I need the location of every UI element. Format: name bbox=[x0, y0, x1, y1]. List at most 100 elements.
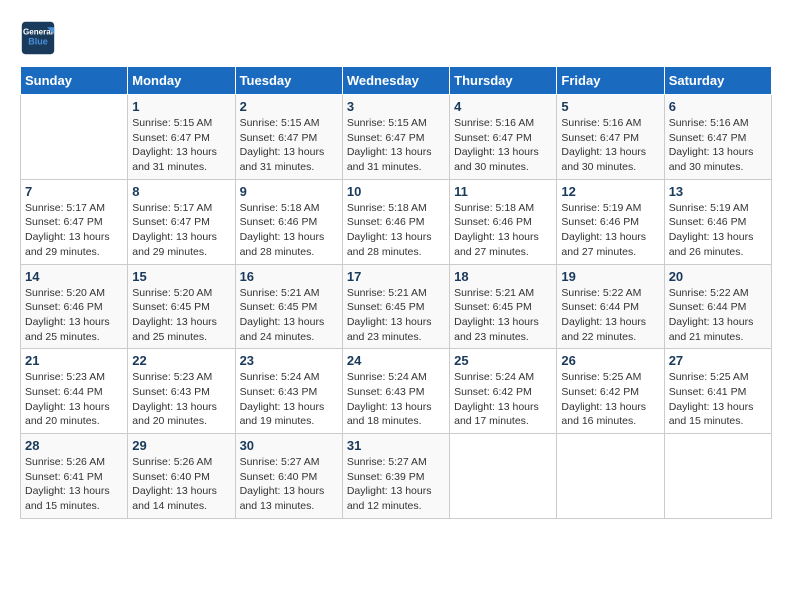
day-number: 8 bbox=[132, 184, 230, 199]
calendar-cell: 11 Sunrise: 5:18 AM Sunset: 6:46 PM Dayli… bbox=[450, 179, 557, 264]
calendar-cell: 1 Sunrise: 5:15 AM Sunset: 6:47 PM Daylig… bbox=[128, 95, 235, 180]
day-number: 31 bbox=[347, 438, 445, 453]
day-info: Sunrise: 5:21 AM Sunset: 6:45 PM Dayligh… bbox=[347, 286, 445, 345]
day-info: Sunrise: 5:22 AM Sunset: 6:44 PM Dayligh… bbox=[561, 286, 659, 345]
day-info: Sunrise: 5:16 AM Sunset: 6:47 PM Dayligh… bbox=[454, 116, 552, 175]
weekday-header-friday: Friday bbox=[557, 67, 664, 95]
day-number: 6 bbox=[669, 99, 767, 114]
calendar-cell: 30 Sunrise: 5:27 AM Sunset: 6:40 PM Dayli… bbox=[235, 434, 342, 519]
day-info: Sunrise: 5:23 AM Sunset: 6:44 PM Dayligh… bbox=[25, 370, 123, 429]
page-header: General Blue bbox=[20, 20, 772, 56]
calendar-week-row: 21 Sunrise: 5:23 AM Sunset: 6:44 PM Dayli… bbox=[21, 349, 772, 434]
day-info: Sunrise: 5:18 AM Sunset: 6:46 PM Dayligh… bbox=[347, 201, 445, 260]
day-number: 20 bbox=[669, 269, 767, 284]
day-number: 19 bbox=[561, 269, 659, 284]
day-info: Sunrise: 5:21 AM Sunset: 6:45 PM Dayligh… bbox=[240, 286, 338, 345]
day-info: Sunrise: 5:26 AM Sunset: 6:40 PM Dayligh… bbox=[132, 455, 230, 514]
calendar-week-row: 14 Sunrise: 5:20 AM Sunset: 6:46 PM Dayli… bbox=[21, 264, 772, 349]
calendar-week-row: 28 Sunrise: 5:26 AM Sunset: 6:41 PM Dayli… bbox=[21, 434, 772, 519]
calendar-cell bbox=[557, 434, 664, 519]
day-number: 5 bbox=[561, 99, 659, 114]
calendar-cell: 18 Sunrise: 5:21 AM Sunset: 6:45 PM Dayli… bbox=[450, 264, 557, 349]
calendar-cell: 2Sunrise: 5:15 AM Sunset: 6:47 PM Daylig… bbox=[235, 95, 342, 180]
day-number: 11 bbox=[454, 184, 552, 199]
day-info: Sunrise: 5:24 AM Sunset: 6:43 PM Dayligh… bbox=[240, 370, 338, 429]
calendar-header-row: SundayMondayTuesdayWednesdayThursdayFrid… bbox=[21, 67, 772, 95]
calendar-cell: 6 Sunrise: 5:16 AM Sunset: 6:47 PM Daylig… bbox=[664, 95, 771, 180]
day-info: Sunrise: 5:15 AM Sunset: 6:47 PM Dayligh… bbox=[347, 116, 445, 175]
day-info: Sunrise: 5:24 AM Sunset: 6:43 PM Dayligh… bbox=[347, 370, 445, 429]
day-info: Sunrise: 5:18 AM Sunset: 6:46 PM Dayligh… bbox=[454, 201, 552, 260]
svg-text:Blue: Blue bbox=[28, 36, 48, 46]
weekday-header-tuesday: Tuesday bbox=[235, 67, 342, 95]
calendar-cell: 31Sunrise: 5:27 AM Sunset: 6:39 PM Dayli… bbox=[342, 434, 449, 519]
day-info: Sunrise: 5:18 AM Sunset: 6:46 PM Dayligh… bbox=[240, 201, 338, 260]
day-number: 21 bbox=[25, 353, 123, 368]
calendar-cell: 25Sunrise: 5:24 AM Sunset: 6:42 PM Dayli… bbox=[450, 349, 557, 434]
logo: General Blue bbox=[20, 20, 56, 56]
calendar-cell bbox=[664, 434, 771, 519]
day-number: 29 bbox=[132, 438, 230, 453]
day-info: Sunrise: 5:15 AM Sunset: 6:47 PM Dayligh… bbox=[132, 116, 230, 175]
calendar-cell: 3 Sunrise: 5:15 AM Sunset: 6:47 PM Daylig… bbox=[342, 95, 449, 180]
day-number: 18 bbox=[454, 269, 552, 284]
weekday-header-monday: Monday bbox=[128, 67, 235, 95]
calendar-cell: 7Sunrise: 5:17 AM Sunset: 6:47 PM Daylig… bbox=[21, 179, 128, 264]
calendar-cell: 16Sunrise: 5:21 AM Sunset: 6:45 PM Dayli… bbox=[235, 264, 342, 349]
calendar-cell: 17 Sunrise: 5:21 AM Sunset: 6:45 PM Dayli… bbox=[342, 264, 449, 349]
calendar-cell: 15 Sunrise: 5:20 AM Sunset: 6:45 PM Dayli… bbox=[128, 264, 235, 349]
day-number: 26 bbox=[561, 353, 659, 368]
weekday-header-saturday: Saturday bbox=[664, 67, 771, 95]
logo-icon: General Blue bbox=[20, 20, 56, 56]
day-info: Sunrise: 5:20 AM Sunset: 6:45 PM Dayligh… bbox=[132, 286, 230, 345]
calendar-cell: 29 Sunrise: 5:26 AM Sunset: 6:40 PM Dayli… bbox=[128, 434, 235, 519]
day-number: 24 bbox=[347, 353, 445, 368]
day-info: Sunrise: 5:27 AM Sunset: 6:40 PM Dayligh… bbox=[240, 455, 338, 514]
day-number: 10 bbox=[347, 184, 445, 199]
calendar-cell: 20Sunrise: 5:22 AM Sunset: 6:44 PM Dayli… bbox=[664, 264, 771, 349]
calendar-cell: 9 Sunrise: 5:18 AM Sunset: 6:46 PM Daylig… bbox=[235, 179, 342, 264]
calendar-cell: 23Sunrise: 5:24 AM Sunset: 6:43 PM Dayli… bbox=[235, 349, 342, 434]
day-number: 30 bbox=[240, 438, 338, 453]
day-number: 1 bbox=[132, 99, 230, 114]
day-info: Sunrise: 5:25 AM Sunset: 6:41 PM Dayligh… bbox=[669, 370, 767, 429]
calendar-cell: 24 Sunrise: 5:24 AM Sunset: 6:43 PM Dayli… bbox=[342, 349, 449, 434]
calendar-cell: 14 Sunrise: 5:20 AM Sunset: 6:46 PM Dayli… bbox=[21, 264, 128, 349]
weekday-header-thursday: Thursday bbox=[450, 67, 557, 95]
day-info: Sunrise: 5:19 AM Sunset: 6:46 PM Dayligh… bbox=[561, 201, 659, 260]
calendar-table: SundayMondayTuesdayWednesdayThursdayFrid… bbox=[20, 66, 772, 519]
day-number: 2 bbox=[240, 99, 338, 114]
calendar-cell: 26 Sunrise: 5:25 AM Sunset: 6:42 PM Dayli… bbox=[557, 349, 664, 434]
day-number: 12 bbox=[561, 184, 659, 199]
calendar-cell: 4 Sunrise: 5:16 AM Sunset: 6:47 PM Daylig… bbox=[450, 95, 557, 180]
day-number: 4 bbox=[454, 99, 552, 114]
day-info: Sunrise: 5:21 AM Sunset: 6:45 PM Dayligh… bbox=[454, 286, 552, 345]
calendar-cell bbox=[21, 95, 128, 180]
day-number: 28 bbox=[25, 438, 123, 453]
day-number: 13 bbox=[669, 184, 767, 199]
calendar-cell: 5Sunrise: 5:16 AM Sunset: 6:47 PM Daylig… bbox=[557, 95, 664, 180]
day-info: Sunrise: 5:16 AM Sunset: 6:47 PM Dayligh… bbox=[669, 116, 767, 175]
calendar-cell: 28 Sunrise: 5:26 AM Sunset: 6:41 PM Dayli… bbox=[21, 434, 128, 519]
day-info: Sunrise: 5:17 AM Sunset: 6:47 PM Dayligh… bbox=[132, 201, 230, 260]
day-number: 22 bbox=[132, 353, 230, 368]
calendar-week-row: 1 Sunrise: 5:15 AM Sunset: 6:47 PM Daylig… bbox=[21, 95, 772, 180]
day-number: 9 bbox=[240, 184, 338, 199]
calendar-cell: 19 Sunrise: 5:22 AM Sunset: 6:44 PM Dayli… bbox=[557, 264, 664, 349]
calendar-cell: 22 Sunrise: 5:23 AM Sunset: 6:43 PM Dayli… bbox=[128, 349, 235, 434]
calendar-week-row: 7 Sunrise: 5:17 AM Sunset: 6:47 PM Daylig… bbox=[21, 179, 772, 264]
calendar-cell: 21 Sunrise: 5:23 AM Sunset: 6:44 PM Dayli… bbox=[21, 349, 128, 434]
day-number: 15 bbox=[132, 269, 230, 284]
day-info: Sunrise: 5:20 AM Sunset: 6:46 PM Dayligh… bbox=[25, 286, 123, 345]
weekday-header-wednesday: Wednesday bbox=[342, 67, 449, 95]
calendar-cell: 10 Sunrise: 5:18 AM Sunset: 6:46 PM Dayli… bbox=[342, 179, 449, 264]
day-number: 17 bbox=[347, 269, 445, 284]
day-info: Sunrise: 5:25 AM Sunset: 6:42 PM Dayligh… bbox=[561, 370, 659, 429]
day-number: 14 bbox=[25, 269, 123, 284]
day-number: 3 bbox=[347, 99, 445, 114]
day-info: Sunrise: 5:23 AM Sunset: 6:43 PM Dayligh… bbox=[132, 370, 230, 429]
day-number: 7 bbox=[25, 184, 123, 199]
day-info: Sunrise: 5:26 AM Sunset: 6:41 PM Dayligh… bbox=[25, 455, 123, 514]
day-info: Sunrise: 5:24 AM Sunset: 6:42 PM Dayligh… bbox=[454, 370, 552, 429]
calendar-cell: 27Sunrise: 5:25 AM Sunset: 6:41 PM Dayli… bbox=[664, 349, 771, 434]
